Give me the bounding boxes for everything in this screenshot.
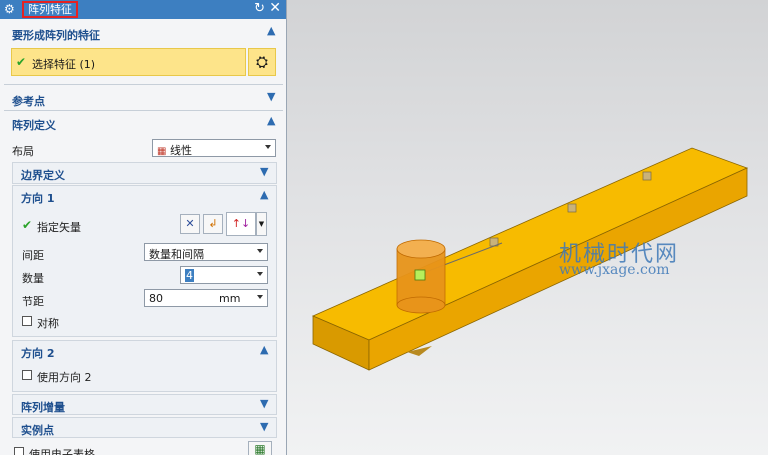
section-title: 实例点 <box>21 424 54 437</box>
count-input[interactable]: 4 <box>180 266 268 284</box>
section-title: 边界定义 <box>21 169 65 182</box>
dropdown-arrow-icon <box>265 145 271 149</box>
section-boundary[interactable]: 边界定义 ▼ <box>12 162 277 184</box>
section-array-increment[interactable]: 阵列增量 ▼ <box>12 394 277 415</box>
layout-select[interactable]: ▦ 线性 <box>152 139 276 157</box>
reset-icon[interactable]: ↻ <box>254 1 265 16</box>
pattern-feature-dialog: ⚙ 阵列特征 ↻ ✕ 要形成阵列的特征 ▲ ✔ 选择特征 (1) ⛭ 参考点 ▼… <box>0 0 287 455</box>
layout-label: 布局 <box>12 145 34 158</box>
selected-point-handle <box>414 269 426 281</box>
vector-dialog-button[interactable]: ✕ <box>180 214 200 234</box>
section-reference-point: 参考点 ▼ <box>4 88 283 110</box>
dropdown-arrow-icon <box>257 249 263 253</box>
chevron-up-icon[interactable]: ▲ <box>260 189 270 200</box>
chevron-down-icon[interactable]: ▼ <box>260 166 270 177</box>
spacing-label: 间距 <box>22 249 44 262</box>
cylinder-bottom <box>396 296 446 314</box>
close-icon[interactable]: ✕ <box>269 0 281 16</box>
dialog-title: 阵列特征 <box>22 1 78 18</box>
symmetric-checkbox[interactable] <box>22 316 32 326</box>
select-feature-button[interactable]: ⛭ <box>248 48 276 76</box>
chevron-up-icon[interactable]: ▲ <box>260 344 270 355</box>
section-header[interactable]: 要形成阵列的特征 ▲ <box>4 22 283 44</box>
layout-value: 线性 <box>169 144 192 157</box>
pitch-label: 节距 <box>22 295 44 308</box>
check-icon: ✔ <box>16 55 27 69</box>
select-feature-label: 选择特征 (1) <box>32 58 96 71</box>
section-header[interactable]: 参考点 ▼ <box>4 88 283 110</box>
vector-dropdown-button[interactable]: ▼ <box>256 212 267 236</box>
section-header[interactable]: 阵列定义 ▲ <box>4 112 283 134</box>
pitch-unit: mm <box>219 292 241 305</box>
symmetric-label: 对称 <box>37 317 59 330</box>
check-icon: ✔ <box>22 218 33 232</box>
section-title: 方向 1 <box>21 192 55 205</box>
use-direction2-label: 使用方向 2 <box>37 371 92 384</box>
chevron-down-icon[interactable]: ▼ <box>267 91 277 102</box>
array-instance-marker <box>567 203 577 213</box>
cross-arrows-icon: ✕ <box>185 217 195 230</box>
section-array-definition: 阵列定义 ▲ <box>4 112 283 134</box>
chevron-down-icon[interactable]: ▼ <box>260 421 270 432</box>
graphics-viewport[interactable]: 机械时代网 www.jxage.com <box>287 0 768 455</box>
count-value: 4 <box>185 269 194 282</box>
chevron-up-icon[interactable]: ▲ <box>267 25 277 36</box>
use-spreadsheet-label: 使用电子表格 <box>29 448 95 455</box>
vector-inferred-button[interactable]: ↲ <box>203 214 223 234</box>
section-select-features: 要形成阵列的特征 ▲ <box>4 22 283 44</box>
watermark-url: www.jxage.com <box>559 262 670 278</box>
section-title: 要形成阵列的特征 <box>12 29 100 42</box>
gear-icon[interactable]: ⚙ <box>4 2 15 16</box>
specify-vector-label: 指定矢量 <box>37 221 81 234</box>
spacing-select[interactable]: 数量和间隔 <box>144 243 268 261</box>
dropdown-arrow-icon <box>257 295 263 299</box>
reverse-direction-button[interactable]: ↑↓ <box>226 212 256 236</box>
count-label: 数量 <box>22 272 44 285</box>
pitch-value: 80 <box>149 292 163 305</box>
select-feature-row[interactable]: ✔ 选择特征 (1) <box>11 48 246 76</box>
spreadsheet-icon: ▦ <box>254 442 266 455</box>
divider <box>4 110 283 111</box>
chevron-down-icon: ▼ <box>258 220 265 228</box>
section-title: 参考点 <box>12 95 45 108</box>
section-title: 阵列定义 <box>12 119 56 132</box>
section-title: 方向 2 <box>21 347 55 360</box>
dropdown-arrow-icon <box>257 272 263 276</box>
grid-icon: ▦ <box>157 146 167 157</box>
model-view <box>311 147 749 371</box>
divider <box>4 84 283 85</box>
section-instance-point[interactable]: 实例点 ▼ <box>12 417 277 438</box>
cylinder-top <box>396 239 446 259</box>
use-spreadsheet-checkbox[interactable] <box>14 447 24 455</box>
chevron-down-icon[interactable]: ▼ <box>260 398 270 409</box>
array-instance-marker <box>642 171 652 181</box>
plate-top-face <box>311 147 749 341</box>
spreadsheet-button[interactable]: ▦ <box>248 441 272 455</box>
dialog-titlebar: ⚙ 阵列特征 ↻ ✕ <box>0 0 286 19</box>
chevron-up-icon[interactable]: ▲ <box>267 115 277 126</box>
axis-icon: ↲ <box>208 217 218 230</box>
feature-cube-icon: ⛭ <box>255 53 268 71</box>
use-direction2-checkbox[interactable] <box>22 370 32 380</box>
section-title: 阵列增量 <box>21 401 65 414</box>
pitch-input[interactable]: 80 mm <box>144 289 268 307</box>
reverse-arrow-icon: ↑↓ <box>231 217 251 230</box>
spacing-value: 数量和间隔 <box>149 248 204 261</box>
